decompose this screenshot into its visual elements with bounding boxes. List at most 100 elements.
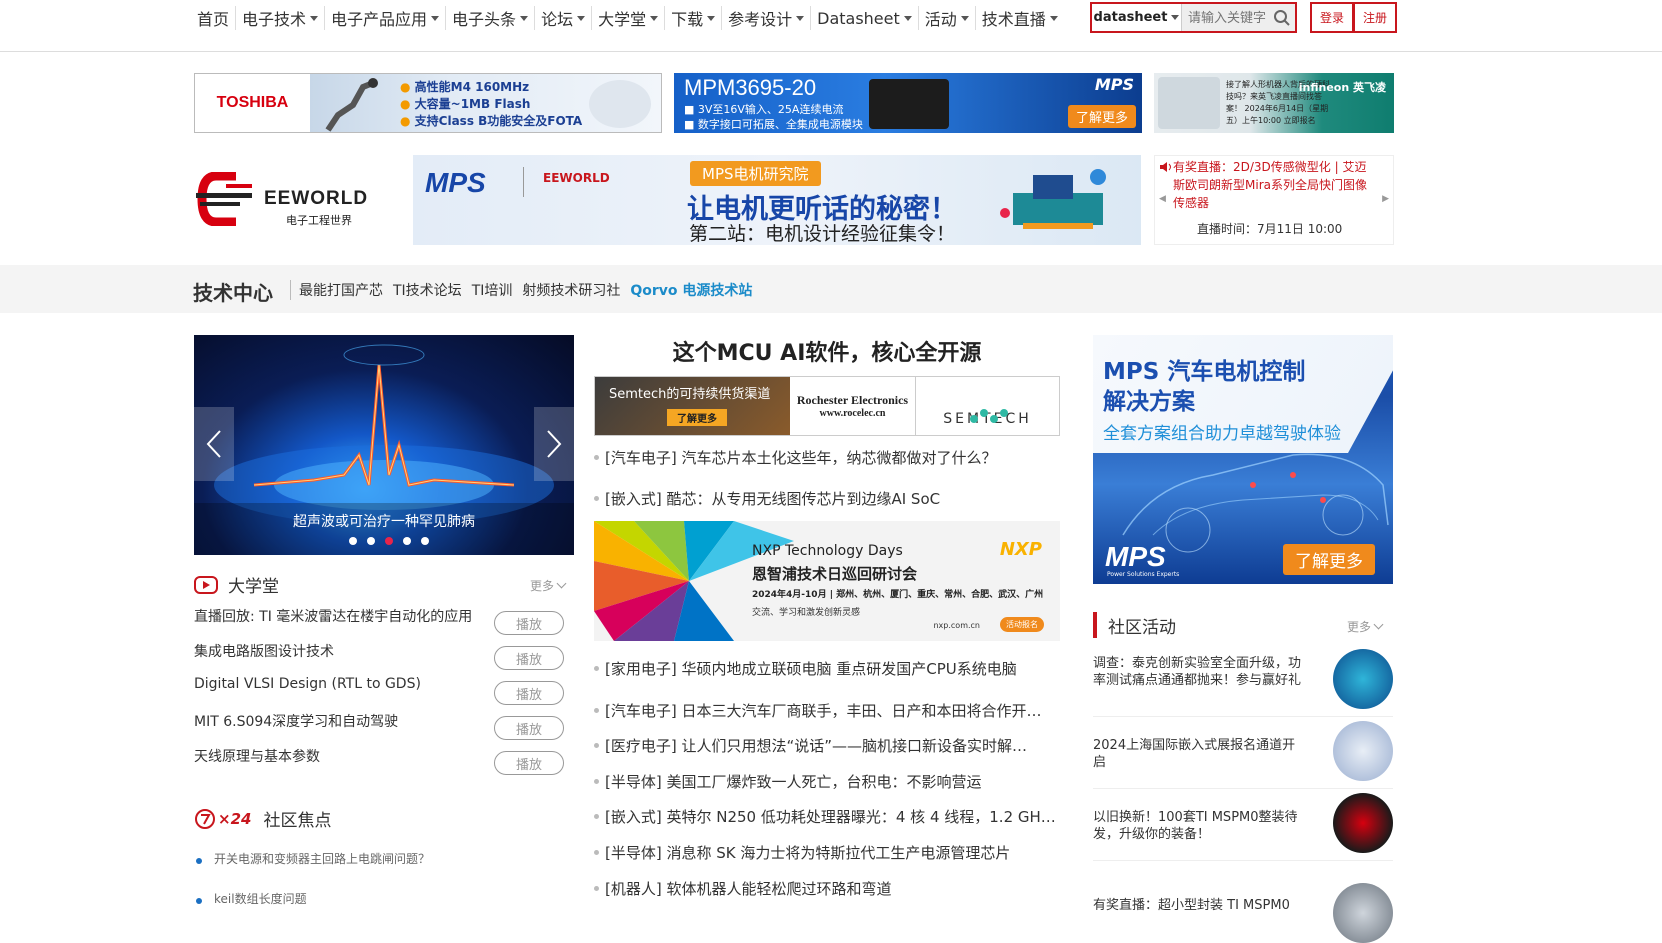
activity-item[interactable]: 2024上海国际嵌入式展报名通道开启 [1093,717,1393,789]
mps-automotive-ad[interactable]: MPS 汽车电机控制 解决方案 全套方案组合助力卓越驾驶体验 MPS Power … [1093,335,1393,584]
play-button[interactable]: 播放 [494,716,564,740]
play-button[interactable]: 播放 [494,751,564,775]
course-title[interactable]: 集成电路版图设计技术 [194,644,334,660]
nxp-dates: 2024年4月-10月 | 郑州、杭州、厦门、重庆、常州、合肥、武汉、广州 [752,590,1044,600]
carousel-dot[interactable] [367,537,375,545]
ad-line: ■ 数字接口可拓展、全集成电源模块 [684,118,863,131]
search-input[interactable] [1182,4,1269,31]
nxp-ad-banner[interactable]: NXP Technology Days 恩智浦技术日巡回研讨会 2024年4月-… [594,521,1060,641]
nav-forum[interactable]: 论坛 [535,6,593,30]
activities-more-link[interactable]: 更多 [1347,618,1382,635]
play-button[interactable]: 播放 [494,646,564,670]
list-item[interactable]: 开关电源和变频器主回路上电跳闸问题？ [194,850,564,890]
caret-down-icon [520,15,529,21]
news-item[interactable]: [嵌入式] 英特尔 N250 低功耗处理器曝光：4 核 4 线程，1.2 GH… [594,806,1074,827]
eeworld-mini-logo: EEWORLD [543,171,610,185]
carousel-dot-active[interactable] [385,537,393,545]
tech-link-qorvo[interactable]: Qorvo 电源技术站 [630,280,752,300]
prev-arrow-icon[interactable]: ◀ [1159,194,1166,204]
mps-logo: MPS [1105,541,1166,572]
search-type-select[interactable]: datasheet [1092,4,1182,31]
caret-down-icon [1171,15,1180,20]
mps-logo: MPS [425,167,486,198]
nav-live[interactable]: 技术直播 [976,6,1064,30]
tech-link[interactable]: 最能打国产芯 [299,280,383,300]
register-button[interactable]: 注册 [1353,2,1398,33]
nav-reference-design[interactable]: 参考设计 [722,6,812,30]
tech-link[interactable]: TI技术论坛 [393,280,462,300]
nav-university[interactable]: 大学堂 [592,6,666,30]
news-item[interactable]: [医疗电子] 让人们只用想法“说话”——脑机接口新设备实时解… [594,735,1074,756]
live-stream-widget[interactable]: 有奖直播：2D/3D传感微型化 | 艾迈斯欧司朗新型Mira系列全局快门图像传感… [1154,155,1394,245]
play-button[interactable]: 播放 [494,681,564,705]
activity-thumbnail [1333,721,1393,781]
search-type-label: datasheet [1093,10,1168,25]
nav-events[interactable]: 活动 [919,6,976,30]
news-item[interactable]: [半导体] 美国工厂爆炸致一人死亡，台积电：不影响营运 [594,771,1074,792]
learn-more-button[interactable]: 了解更多 [667,409,727,426]
mps-module-ad-banner[interactable]: MPM3695-20 ■ 3V至16V输入、25A连续电流 ■ 数字接口可拓展、… [674,73,1142,133]
activity-title: 调查：泰克创新实验室全面升级，功率测试痛点通通都抛来！参与赢好礼 [1093,656,1302,688]
news-item[interactable]: [机器人] 软体机器人能轻松爬过环路和弯道 [594,878,1074,899]
nav-headlines[interactable]: 电子头条 [446,6,536,30]
eeworld-logo[interactable]: EEWORLD 电子工程世界 [194,170,374,230]
news-item[interactable]: [嵌入式] 酷芯：从专用无线图传芯片到边缘AI SoC [594,488,1074,509]
live-title: 有奖直播：2D/3D传感微型化 | 艾迈斯欧司朗新型Mira系列全局快门图像传感… [1173,160,1367,210]
carousel-caption[interactable]: 超声波或可治疗一种罕见肺病 [194,511,574,531]
tech-link[interactable]: 射频技术研习社 [522,280,620,300]
learn-more-button[interactable]: 了解更多 [1283,544,1375,575]
search-icon [1274,9,1290,26]
activity-item[interactable]: 调查：泰克创新实验室全面升级，功率测试痛点通通都抛来！参与赢好礼 [1093,645,1393,717]
course-item: MIT 6.S094深度学习和自动驾驶 播放 [194,711,564,746]
search-button[interactable] [1269,4,1295,31]
course-title[interactable]: MIT 6.S094深度学习和自动驾驶 [194,714,398,730]
caret-down-icon [310,15,319,21]
course-title[interactable]: Digital VLSI Design (RTL to GDS) [194,676,421,692]
nav-label: 下载 [671,10,704,29]
semtech-ad-left: Semtech的可持续供货渠道 了解更多 [595,377,790,435]
ad-bullet: ● 大容量~1MB Flash [400,97,531,111]
list-item[interactable]: keil数组长度问题 [194,890,564,930]
activity-thumbnail [1333,793,1393,853]
nav-product-app[interactable]: 电子产品应用 [325,6,447,30]
nav-download[interactable]: 下载 [665,6,723,30]
carousel-dot[interactable] [403,537,411,545]
infineon-ad-banner[interactable]: 接了解人形机器人背后的硬科技吗？来英飞凌直播间找答案！ 2024年6月14日（星… [1154,73,1394,133]
nav-label: Datasheet [817,8,900,28]
register-event-button[interactable]: 活动报名 [1000,617,1044,632]
live-time: 直播时间：7月11日 10:00 [1197,222,1343,236]
news-item[interactable]: [半导体] 消息称 SK 海力士将为特斯拉代工生产电源管理芯片 [594,842,1074,863]
university-more-link[interactable]: 更多 [530,577,565,594]
activity-item[interactable]: 有奖直播：超小型封装 TI MSPM0 [1093,861,1393,943]
semtech-ad-banner[interactable]: Semtech的可持续供货渠道 了解更多 Rochester Electroni… [594,376,1060,436]
nav-home[interactable]: 首页 [191,6,237,30]
toshiba-ad-banner[interactable]: TOSHIBA ● 高性能M4 160MHz ● 大容量~1MB Flash ●… [194,73,662,133]
news-item[interactable]: [汽车电子] 汽车芯片本土化这些年，纳芯微都做对了什么？ [594,447,1074,468]
banner-subline: 第二站：电机设计经验征集令！ [689,223,956,245]
speaker-icon [1160,162,1171,172]
next-arrow-icon[interactable]: ▶ [1382,194,1389,204]
activity-thumbnail [1333,883,1393,943]
mps-logo-subtitle: Power Solutions Experts [1107,571,1180,578]
tech-center-bar: 技术中心 最能打国产芯 TI技术论坛 TI培训 射频技术研习社 Qorvo 电源… [0,265,1662,313]
image-carousel[interactable]: 超声波或可治疗一种罕见肺病 [194,335,574,555]
carousel-next-button[interactable] [534,407,574,481]
learn-more-button[interactable]: 了解更多 [1067,105,1136,128]
ad-title: MPS 汽车电机控制 解决方案 [1103,357,1305,417]
main-headline[interactable]: 这个MCU AI软件，核心全开源 [594,335,1060,367]
course-title[interactable]: 天线原理与基本参数 [194,749,320,765]
carousel-dot[interactable] [421,537,429,545]
play-button[interactable]: 播放 [494,611,564,635]
carousel-prev-button[interactable] [194,407,234,481]
news-item[interactable]: [家用电子] 华硕内地成立联硕电脑 重点研发国产CPU系统电脑 [594,658,1074,679]
mps-motor-banner[interactable]: MPS EEWORLD MPS电机研究院 让电机更听话的秘密！ 第二站：电机设计… [413,155,1141,245]
login-button[interactable]: 登录 [1310,2,1355,33]
nav-datasheet[interactable]: Datasheet [811,6,919,30]
tech-link[interactable]: TI培训 [472,280,513,300]
carousel-dot[interactable] [349,537,357,545]
course-title[interactable]: 直播回放: TI 毫米波雷达在楼宇自动化的应用 [194,609,472,625]
news-item[interactable]: [汽车电子] 日本三大汽车厂商联手，丰田、日产和本田将合作开… [594,700,1074,721]
activity-item[interactable]: 以旧换新！100套TI MSPM0整装待发，升级你的装备！ [1093,789,1393,861]
nav-electronic-tech[interactable]: 电子技术 [236,6,326,30]
main-menu: 首页 电子技术 电子产品应用 电子头条 论坛 大学堂 下载 参考设计 Datas… [191,6,1064,30]
